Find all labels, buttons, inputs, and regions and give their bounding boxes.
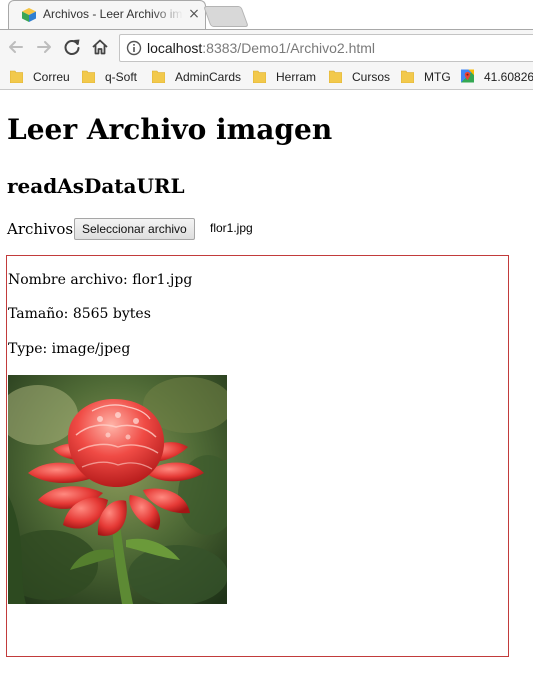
bookmark-label: MTG [424,70,451,84]
url-path: :8383/Demo1/Archivo2.html [202,40,376,56]
page-subtitle: readAsDataURL [7,174,185,198]
tab-title: Archivos - Leer Archivo imagen [43,7,183,21]
page-favicon-icon [22,8,36,22]
bookmark-label: Herram [276,70,317,84]
folder-icon [253,70,266,83]
page-title: Leer Archivo imagen [7,113,333,146]
bookmark-label: 41.60826 [484,70,533,84]
folder-icon [82,70,95,83]
bookmarks-bar: Correu q-Soft AdminCards Herram Cursos M… [0,64,533,90]
bookmark-label: Cursos [352,70,391,84]
browser-tab[interactable]: Archivos - Leer Archivo imagen × [8,0,206,29]
close-icon[interactable]: × [187,6,201,22]
browser-toolbar: localhost:8383/Demo1/Archivo2.html [0,29,533,65]
url-text[interactable]: localhost:8383/Demo1/Archivo2.html [147,40,375,56]
bookmark-label: Correu [33,70,70,84]
choose-file-button[interactable]: Seleccionar archivo [74,218,195,240]
tab-strip: Archivos - Leer Archivo imagen × [0,0,533,32]
folder-icon [10,70,23,83]
folder-icon [329,70,342,83]
folder-icon [401,70,414,83]
file-input-label: Archivos: [7,220,79,238]
bookmark-label: q-Soft [105,70,138,84]
page-content: Leer Archivo imagen readAsDataURL Archiv… [0,90,533,686]
address-bar[interactable]: localhost:8383/Demo1/Archivo2.html [119,34,533,62]
reload-icon[interactable] [61,36,83,58]
new-tab-button[interactable] [203,6,249,27]
info-icon[interactable] [126,40,142,56]
folder-icon [152,70,165,83]
file-type-line: Type: image/jpeg [8,341,131,357]
home-icon[interactable] [89,36,111,58]
image-preview [8,375,227,604]
file-info-panel: Nombre archivo: flor1.jpg Tamaño: 8565 b… [6,255,509,657]
file-name-line: Nombre archivo: flor1.jpg [8,272,193,288]
arrow-right-icon[interactable] [33,36,55,58]
arrow-left-icon[interactable] [5,36,27,58]
google-maps-icon [461,69,474,83]
url-host: localhost [147,40,203,56]
bookmark-label: AdminCards [175,70,242,84]
selected-file-name: flor1.jpg [210,221,253,235]
file-size-line: Tamaño: 8565 bytes [8,306,151,322]
